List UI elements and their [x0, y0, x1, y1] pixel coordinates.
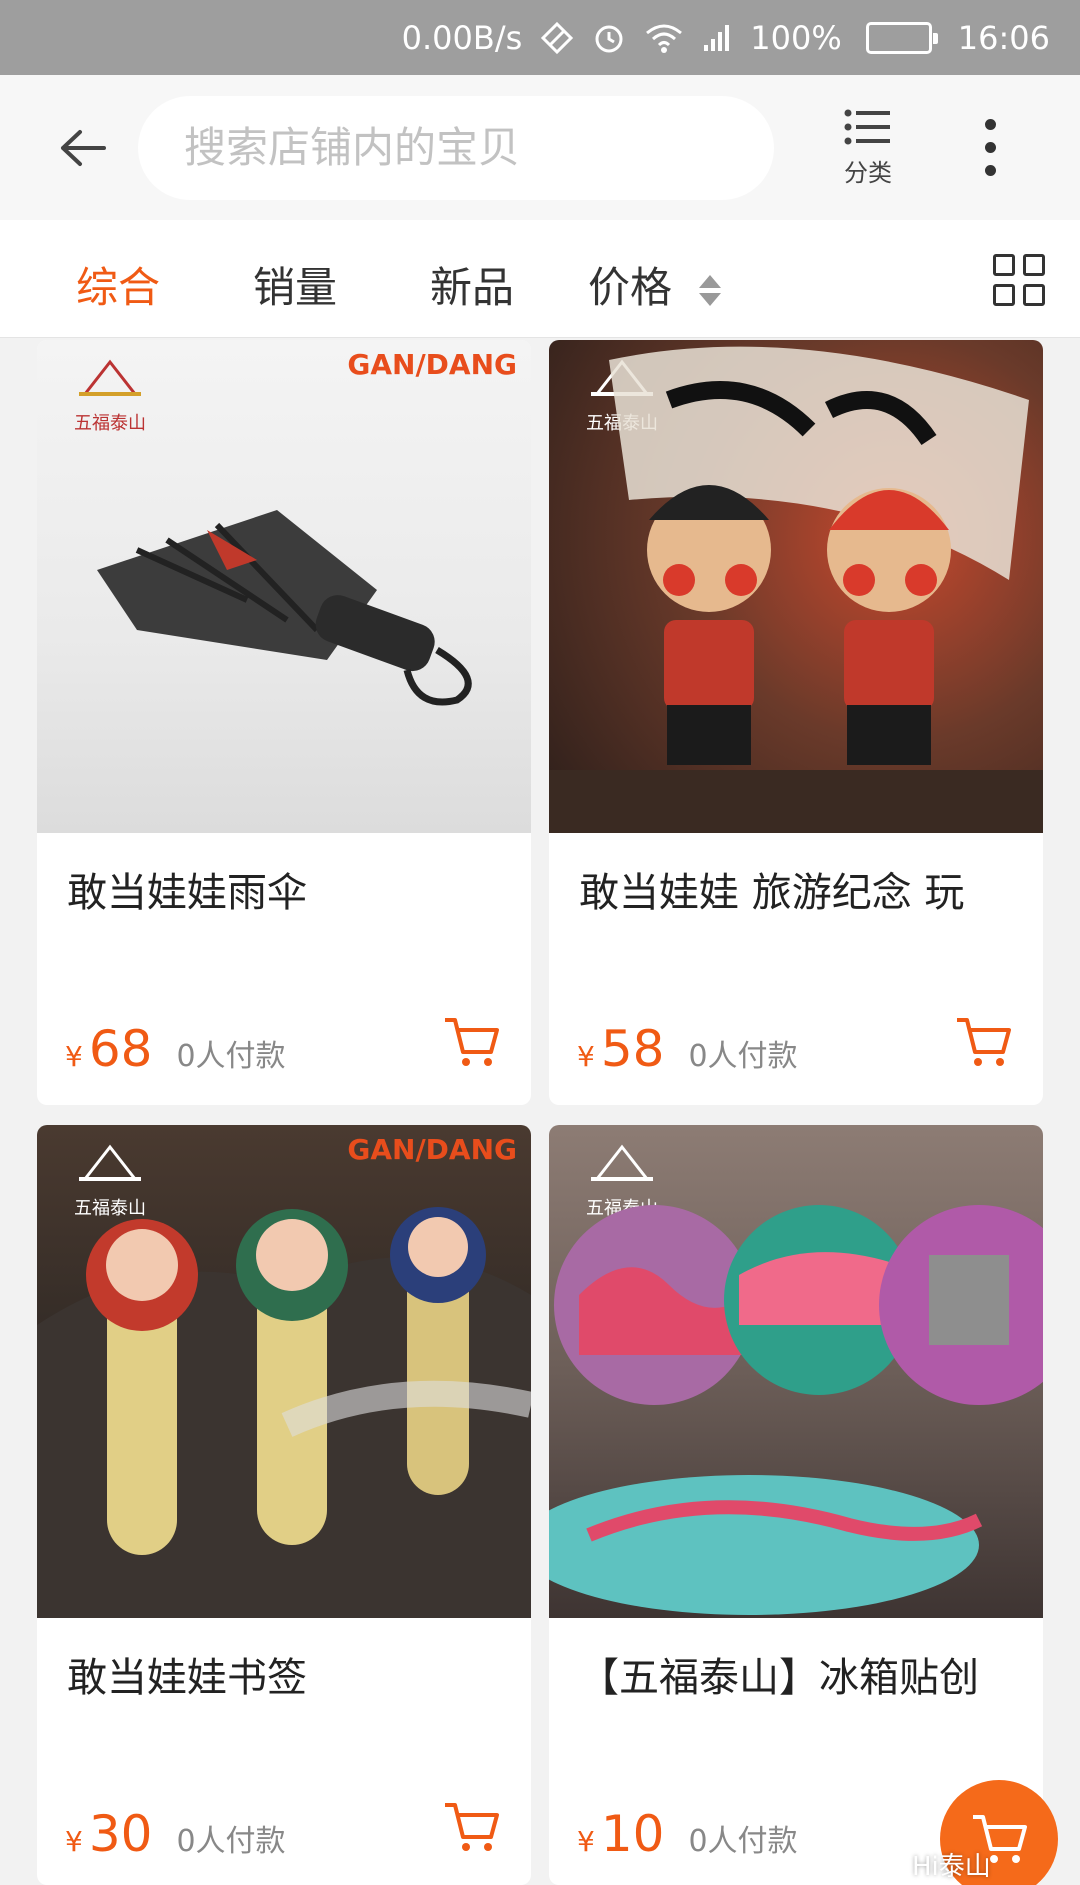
add-to-cart-icon[interactable] — [441, 1012, 501, 1072]
signal-icon — [702, 23, 732, 53]
product-title[interactable]: 敢当娃娃雨伞 — [67, 860, 507, 918]
more-dots-icon — [984, 119, 996, 130]
sort-tabs: 综合 销量 新品 价格 — [0, 220, 1080, 338]
fridge-magnets-illustration — [549, 1205, 1043, 1615]
search-box[interactable] — [138, 95, 774, 200]
product-card[interactable]: 五福泰山 GAN/DANG 敢当娃娃书签 ¥ 30 0人付款 — [37, 1125, 531, 1885]
category-label: 分类 — [844, 159, 892, 187]
product-image[interactable]: 五福泰山 GAN/DANG — [37, 1125, 531, 1618]
product-image[interactable]: 五福泰山 — [549, 1125, 1043, 1618]
product-title[interactable]: 敢当娃娃书签 — [67, 1645, 507, 1703]
tab-price[interactable]: 价格 — [588, 254, 722, 315]
product-card[interactable]: 五福泰山 【五福泰山】冰箱贴创 ¥ 10 0人付款 — [549, 1125, 1043, 1885]
alarm-icon — [592, 21, 626, 55]
header: 分类 — [0, 75, 1080, 220]
price-row: ¥ 10 0人付款 — [577, 1805, 798, 1863]
product-price: 10 — [600, 1805, 665, 1863]
sales-count: 0人付款 — [176, 1824, 286, 1859]
grid-view-toggle[interactable] — [993, 254, 1045, 306]
status-bar: 0.00B/s 100% 16:06 — [0, 0, 1080, 75]
wifi-icon — [644, 21, 684, 55]
clock: 16:06 — [957, 18, 1050, 57]
battery-icon — [865, 21, 938, 54]
sort-arrows-icon — [699, 275, 722, 306]
back-arrow-icon — [61, 129, 106, 166]
product-title[interactable]: 敢当娃娃 旅游纪念 玩 — [579, 860, 1019, 918]
product-price: 30 — [88, 1805, 153, 1863]
currency-symbol: ¥ — [577, 1040, 595, 1073]
add-to-cart-icon[interactable] — [441, 1797, 501, 1857]
product-title[interactable]: 【五福泰山】冰箱贴创 — [579, 1645, 1019, 1703]
back-button[interactable] — [38, 103, 128, 193]
sales-count: 0人付款 — [176, 1039, 286, 1074]
tab-price-label: 价格 — [588, 263, 673, 312]
currency-symbol: ¥ — [65, 1040, 83, 1073]
tab-sales[interactable]: 销量 — [253, 254, 337, 315]
product-price: 58 — [600, 1020, 665, 1078]
product-image[interactable]: 五福泰山 — [549, 340, 1043, 833]
price-row: ¥ 68 0人付款 — [65, 1020, 286, 1078]
grid-icon — [993, 254, 1015, 276]
product-card[interactable]: 五福泰山 GAN/DANG 敢当娃娃雨伞 ¥ 68 0人付款 — [37, 340, 531, 1105]
product-price: 68 — [88, 1020, 153, 1078]
umbrella-illustration — [97, 510, 472, 706]
price-row: ¥ 30 0人付款 — [65, 1805, 286, 1863]
brand-logo: 五福泰山 — [65, 354, 155, 435]
sales-count: 0人付款 — [688, 1824, 798, 1859]
sales-count: 0人付款 — [688, 1039, 798, 1074]
more-menu-button[interactable] — [970, 103, 1010, 193]
bookmarks-illustration — [37, 1207, 531, 1618]
gan-dang-logo: GAN/DANG — [347, 348, 517, 381]
currency-symbol: ¥ — [65, 1825, 83, 1858]
network-speed: 0.00B/s — [401, 18, 523, 57]
search-input[interactable] — [184, 123, 774, 172]
tab-new[interactable]: 新品 — [430, 254, 514, 315]
watermark: Hi泰山 — [912, 1852, 991, 1882]
category-button[interactable]: 分类 — [828, 107, 908, 188]
tab-comprehensive[interactable]: 综合 — [76, 254, 160, 315]
battery-percent: 100% — [750, 18, 842, 57]
add-to-cart-icon[interactable] — [953, 1012, 1013, 1072]
currency-symbol: ¥ — [577, 1825, 595, 1858]
doll-figures-illustration — [549, 346, 1043, 833]
price-row: ¥ 58 0人付款 — [577, 1020, 798, 1078]
product-card[interactable]: 五福泰山 敢当娃娃 旅游纪念 玩 ¥ 58 0人付款 — [549, 340, 1043, 1105]
product-image[interactable]: 五福泰山 GAN/DANG — [37, 340, 531, 833]
data-saver-icon — [540, 21, 574, 55]
list-icon — [844, 109, 890, 145]
